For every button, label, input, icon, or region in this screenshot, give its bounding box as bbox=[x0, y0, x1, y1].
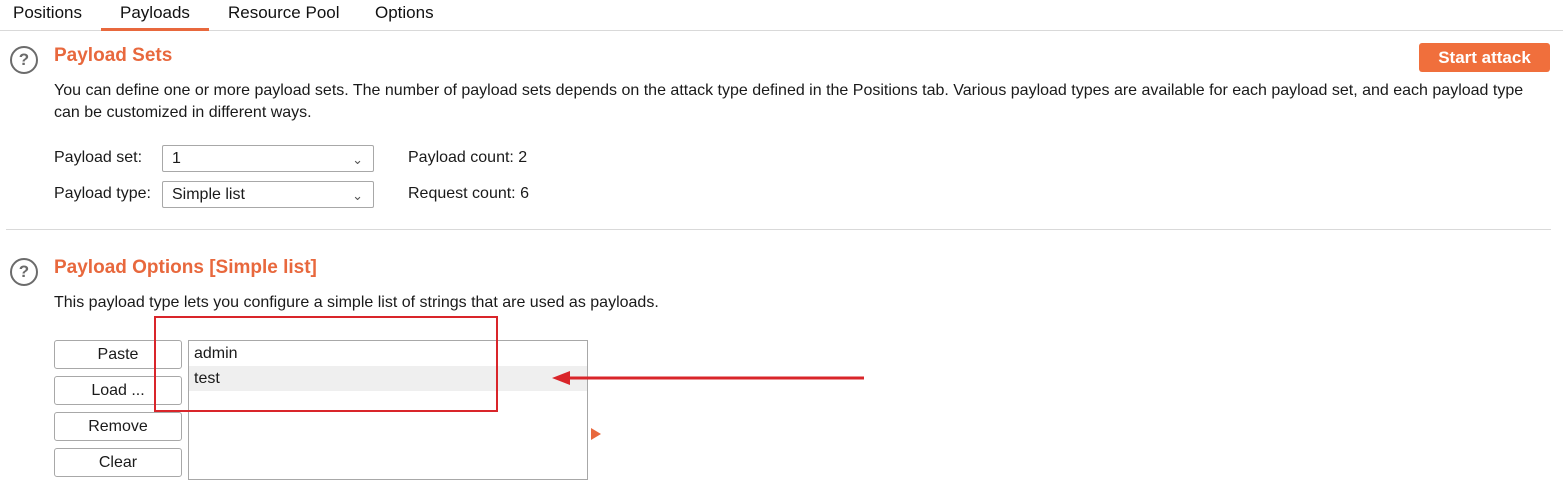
annotation-arrow-icon bbox=[552, 371, 864, 385]
